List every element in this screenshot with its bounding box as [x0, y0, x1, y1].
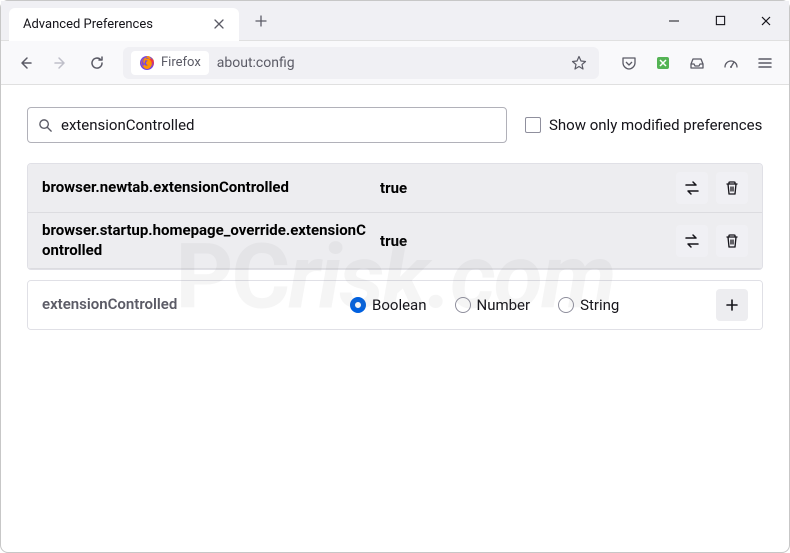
pref-name: browser.newtab.extensionControlled — [42, 178, 372, 198]
maximize-button[interactable] — [697, 1, 743, 41]
minimize-icon — [668, 15, 680, 27]
hamburger-icon — [757, 55, 773, 71]
close-icon — [760, 15, 772, 27]
tab-title: Advanced Preferences — [23, 17, 209, 32]
radio-input[interactable] — [558, 297, 574, 313]
window-titlebar: Advanced Preferences — [1, 1, 789, 41]
window-controls — [651, 1, 789, 41]
pref-name: browser.startup.homepage_override.extens… — [42, 221, 372, 260]
radio-label: Boolean — [372, 296, 427, 314]
close-window-button[interactable] — [743, 1, 789, 41]
extension-button[interactable] — [647, 47, 679, 79]
radio-number[interactable]: Number — [455, 296, 531, 314]
bookmark-button[interactable] — [567, 51, 591, 75]
pocket-button[interactable] — [613, 47, 645, 79]
add-button[interactable] — [716, 289, 748, 321]
gauge-icon — [723, 55, 739, 71]
extension-icon — [655, 55, 671, 71]
toggle-icon — [683, 179, 701, 197]
radio-label: Number — [477, 296, 531, 314]
about-config-content: Show only modified preferences browser.n… — [1, 85, 789, 352]
trash-icon — [724, 180, 740, 196]
navigation-toolbar: Firefox about:config — [1, 41, 789, 85]
new-tab-button[interactable] — [247, 7, 275, 35]
url-bar[interactable]: Firefox about:config — [123, 47, 599, 79]
forward-button[interactable] — [45, 47, 77, 79]
radio-boolean[interactable]: Boolean — [350, 296, 427, 314]
type-options: Boolean Number String — [350, 296, 708, 314]
delete-button[interactable] — [716, 172, 748, 204]
star-icon — [571, 55, 587, 71]
radio-string[interactable]: String — [558, 296, 619, 314]
pref-actions — [716, 289, 748, 321]
search-icon — [38, 118, 53, 133]
pref-value: true — [380, 232, 668, 250]
pref-row: browser.newtab.extensionControlled true — [28, 164, 762, 213]
plus-icon — [254, 14, 268, 28]
plus-icon — [724, 297, 740, 313]
inbox-button[interactable] — [681, 47, 713, 79]
search-row: Show only modified preferences — [27, 107, 763, 143]
search-input[interactable] — [61, 116, 496, 134]
identity-box[interactable]: Firefox — [131, 51, 209, 75]
pref-row: browser.startup.homepage_override.extens… — [28, 213, 762, 269]
url-text: about:config — [217, 55, 559, 71]
identity-label: Firefox — [161, 55, 201, 70]
toolbar-icons — [613, 47, 781, 79]
pref-value: true — [380, 179, 668, 197]
firefox-logo-icon — [139, 55, 155, 71]
close-tab-button[interactable] — [209, 14, 229, 34]
radio-label: String — [580, 296, 619, 314]
trash-icon — [724, 233, 740, 249]
dashboard-button[interactable] — [715, 47, 747, 79]
toggle-button[interactable] — [676, 225, 708, 257]
pref-actions — [676, 225, 748, 257]
minimize-button[interactable] — [651, 1, 697, 41]
show-modified-checkbox-label[interactable]: Show only modified preferences — [525, 116, 762, 134]
delete-button[interactable] — [716, 225, 748, 257]
new-pref-table: extensionControlled Boolean Number Strin… — [27, 280, 763, 330]
toggle-button[interactable] — [676, 172, 708, 204]
new-pref-name: extensionControlled — [42, 295, 342, 315]
arrow-right-icon — [53, 55, 69, 71]
new-pref-row: extensionControlled Boolean Number Strin… — [28, 281, 762, 329]
preferences-table: browser.newtab.extensionControlled true … — [27, 163, 763, 270]
browser-tab[interactable]: Advanced Preferences — [9, 8, 239, 41]
maximize-icon — [715, 15, 726, 26]
arrow-left-icon — [17, 55, 33, 71]
reload-button[interactable] — [81, 47, 113, 79]
search-box[interactable] — [27, 107, 507, 143]
show-modified-checkbox[interactable] — [525, 117, 541, 133]
inbox-icon — [689, 55, 705, 71]
back-button[interactable] — [9, 47, 41, 79]
pocket-icon — [621, 55, 637, 71]
toggle-icon — [683, 232, 701, 250]
pref-actions — [676, 172, 748, 204]
checkbox-text: Show only modified preferences — [549, 116, 762, 134]
close-icon — [213, 18, 225, 30]
radio-input[interactable] — [455, 297, 471, 313]
radio-input[interactable] — [350, 297, 366, 313]
reload-icon — [89, 55, 105, 71]
menu-button[interactable] — [749, 47, 781, 79]
